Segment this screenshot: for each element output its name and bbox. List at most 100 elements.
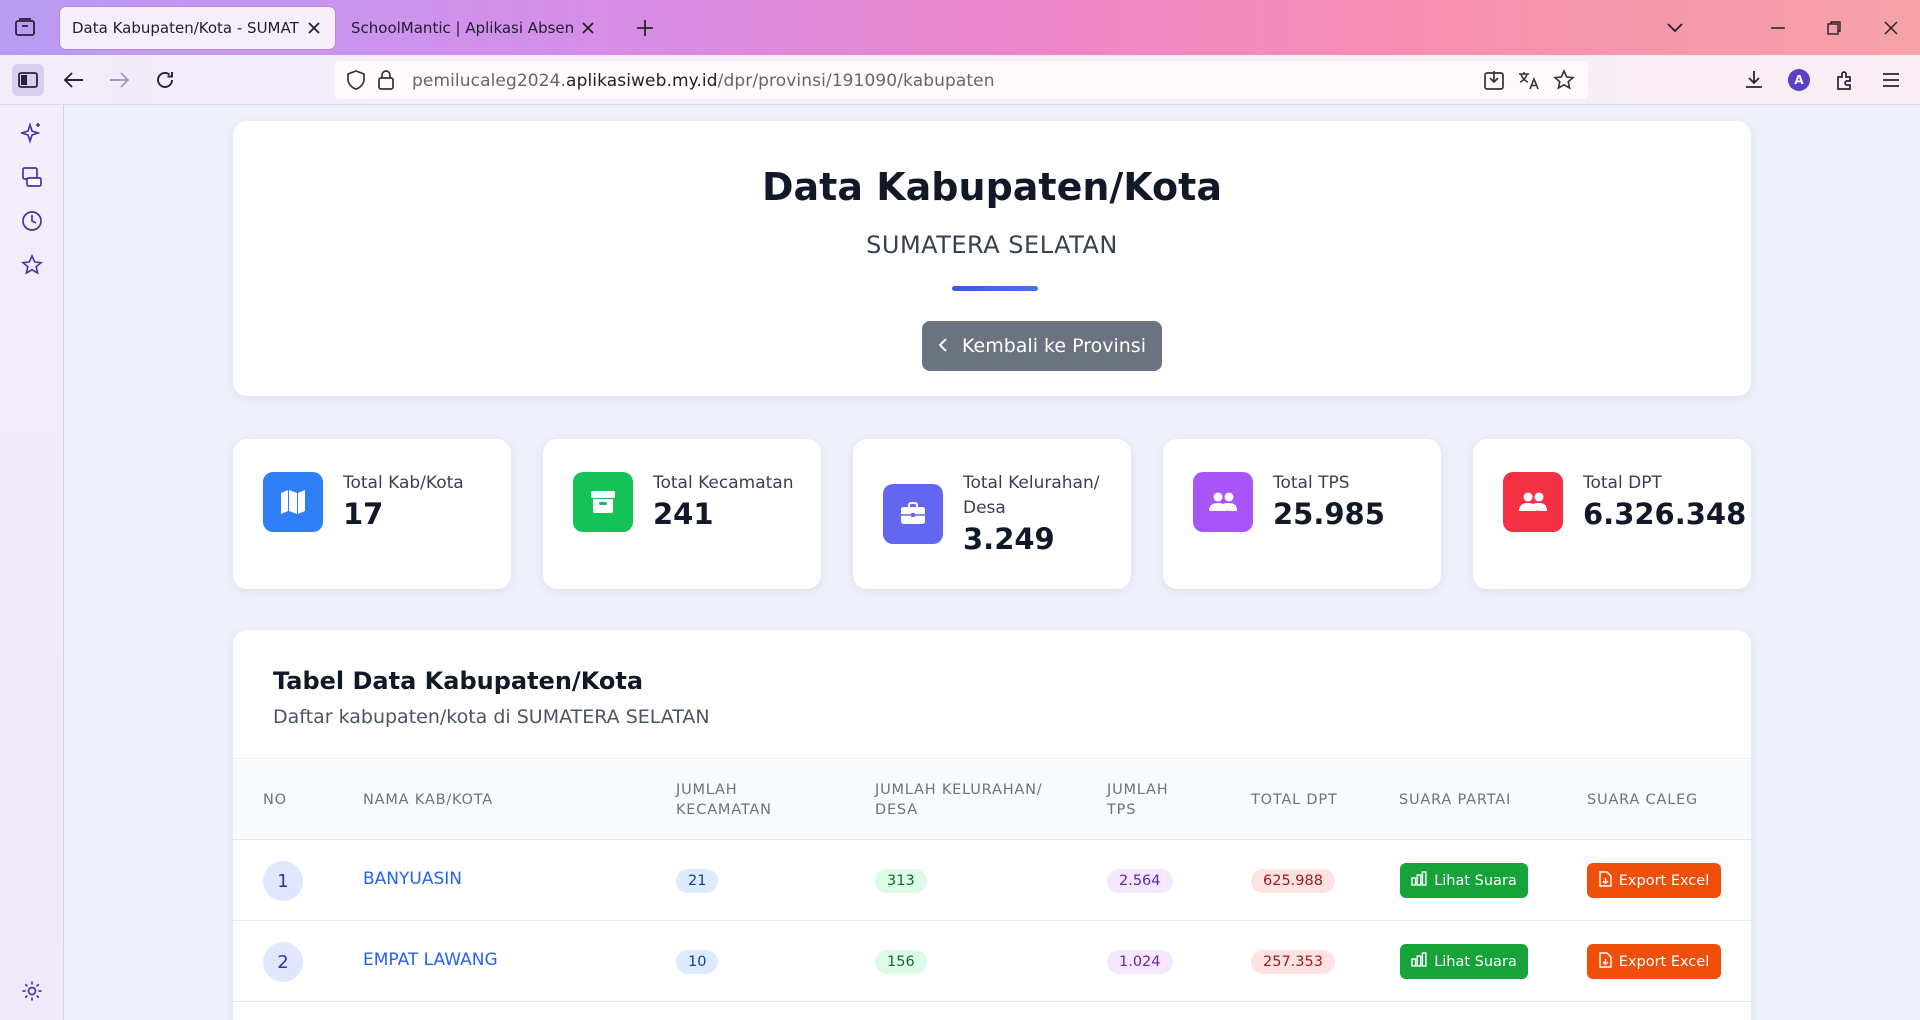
browser-tab-bar: Data Kabupaten/Kota - SUMATERA SELATAN S… <box>0 0 1920 55</box>
th-suara-caleg: SUARA CALEG <box>1587 792 1699 808</box>
stat-label: Total Kecamatan <box>653 473 794 493</box>
stat-value: 6.326.348 <box>1583 497 1747 531</box>
tab-data-kabupaten[interactable]: Data Kabupaten/Kota - SUMATERA SELATAN <box>60 7 335 49</box>
back-button-label: Kembali ke Provinsi <box>962 335 1146 357</box>
map-icon <box>263 472 323 532</box>
back-arrow-icon[interactable] <box>58 64 90 96</box>
avatar-initial: A <box>1788 69 1810 91</box>
close-icon[interactable] <box>579 19 597 37</box>
account-avatar[interactable]: A <box>1783 64 1815 96</box>
menu-hamburger-icon[interactable] <box>1875 64 1907 96</box>
th-no: NO <box>263 792 287 808</box>
shield-icon[interactable] <box>344 68 368 92</box>
dpt-badge: 257.353 <box>1251 950 1335 974</box>
stat-value: 3.249 <box>963 522 1055 556</box>
stat-label: Total DPT <box>1583 473 1662 493</box>
table-card: Tabel Data Kabupaten/Kota Daftar kabupat… <box>233 630 1751 1020</box>
close-icon[interactable] <box>305 19 323 37</box>
minimize-icon[interactable] <box>1764 14 1792 42</box>
forward-arrow-icon[interactable] <box>103 64 135 96</box>
tab-overflow-chevron-icon[interactable] <box>1661 14 1689 42</box>
export-excel-button[interactable]: Export Excel <box>1587 944 1721 979</box>
downloads-icon[interactable] <box>1738 64 1770 96</box>
bar-chart-icon <box>1411 871 1427 890</box>
tab-schoolmantic[interactable]: SchoolMantic | Aplikasi Absensi Sekolah <box>339 7 609 49</box>
tps-badge: 1.024 <box>1107 950 1173 974</box>
export-excel-button[interactable]: Export Excel <box>1587 863 1721 898</box>
file-download-icon <box>1599 870 1612 891</box>
th-kecamatan: JUMLAH KECAMATAN <box>676 780 772 820</box>
lihat-suara-button[interactable]: Lihat Suara <box>1400 863 1528 898</box>
bookmark-star-icon[interactable] <box>1552 68 1576 92</box>
users-icon <box>1503 472 1563 532</box>
stat-card-dpt: Total DPT 6.326.348 <box>1473 439 1751 589</box>
export-excel-label: Export Excel <box>1618 953 1710 970</box>
url-prefix: pemilucaleg2024. <box>412 71 567 91</box>
tab-title: SchoolMantic | Aplikasi Absensi Sekolah <box>351 19 573 37</box>
kelurahan-badge: 313 <box>875 869 927 893</box>
title-underline <box>952 286 1038 291</box>
th-tps-line1: JUMLAH <box>1107 782 1169 798</box>
save-page-icon[interactable] <box>1482 68 1506 92</box>
close-window-icon[interactable] <box>1877 14 1905 42</box>
sidebar-toggle-icon[interactable] <box>12 64 44 96</box>
bookmarks-icon[interactable] <box>18 251 46 279</box>
table-row: 2 EMPAT LAWANG 10 156 1.024 257.353 Liha… <box>233 921 1751 1002</box>
page-content: Data Kabupaten/Kota SUMATERA SELATAN Kem… <box>65 106 1920 1020</box>
th-suara-partai: SUARA PARTAI <box>1399 792 1512 808</box>
stat-card-kecamatan: Total Kecamatan 241 <box>543 439 821 589</box>
new-tab-button[interactable] <box>631 14 659 42</box>
lihat-suara-label: Lihat Suara <box>1434 872 1517 889</box>
synced-tabs-icon[interactable] <box>18 163 46 191</box>
kelurahan-badge: 156 <box>875 950 927 974</box>
table-title: Tabel Data Kabupaten/Kota <box>273 667 644 695</box>
kecamatan-badge: 21 <box>676 869 719 893</box>
kecamatan-badge: 10 <box>676 950 719 974</box>
header-card: Data Kabupaten/Kota SUMATERA SELATAN Kem… <box>233 121 1751 396</box>
th-tps-line2: TPS <box>1107 802 1137 818</box>
browser-sidebar <box>0 105 64 1020</box>
row-number: 2 <box>263 942 303 982</box>
address-bar[interactable]: pemilucaleg2024.aplikasiweb.my.id/dpr/pr… <box>334 61 1588 99</box>
back-to-province-button[interactable]: Kembali ke Provinsi <box>922 321 1162 371</box>
row-number: 1 <box>263 861 303 901</box>
ai-sparkle-icon[interactable] <box>18 119 46 147</box>
stat-card-tps: Total TPS 25.985 <box>1163 439 1441 589</box>
tps-badge: 2.564 <box>1107 869 1173 893</box>
kabupaten-link[interactable]: BANYUASIN <box>363 869 462 889</box>
lihat-suara-button[interactable]: Lihat Suara <box>1400 944 1528 979</box>
stat-value: 25.985 <box>1273 497 1385 531</box>
th-total-dpt: TOTAL DPT <box>1251 792 1338 808</box>
tab-list-icon[interactable] <box>12 14 38 40</box>
th-tps: JUMLAH TPS <box>1107 780 1168 820</box>
kabupaten-link[interactable]: EMPAT LAWANG <box>363 950 498 970</box>
dpt-badge: 625.988 <box>1251 869 1335 893</box>
lock-icon[interactable] <box>374 68 398 92</box>
th-kelurahan-line2: DESA <box>875 802 918 818</box>
stat-label: Total Kelurahan/ Desa <box>963 473 1100 518</box>
th-kelurahan: JUMLAH KELURAHAN/ DESA <box>875 780 1042 820</box>
url-path: /dpr/provinsi/191090/kabupaten <box>717 71 995 91</box>
url-text: pemilucaleg2024.aplikasiweb.my.id/dpr/pr… <box>412 71 995 91</box>
reload-icon[interactable] <box>149 64 181 96</box>
table-description: Daftar kabupaten/kota di SUMATERA SELATA… <box>273 706 710 728</box>
stat-label: Total Kab/Kota <box>343 473 464 493</box>
tab-title: Data Kabupaten/Kota - SUMATERA SELATAN <box>72 19 299 37</box>
table-header: NO NAMA KAB/KOTA JUMLAH KECAMATAN JUMLAH… <box>233 758 1751 840</box>
stat-value: 241 <box>653 497 714 531</box>
th-kelurahan-line1: JUMLAH KELURAHAN/ <box>875 782 1043 798</box>
url-host: aplikasiweb.my.id <box>566 71 718 91</box>
archive-icon <box>573 472 633 532</box>
translate-icon[interactable] <box>1517 68 1541 92</box>
table-row: 1 BANYUASIN 21 313 2.564 625.988 Lihat S… <box>233 840 1751 921</box>
extensions-icon[interactable] <box>1829 64 1861 96</box>
chevron-left-icon <box>938 335 948 357</box>
file-download-icon <box>1599 951 1612 972</box>
stat-card-kab-kota: Total Kab/Kota 17 <box>233 439 511 589</box>
bar-chart-icon <box>1411 952 1427 971</box>
export-excel-label: Export Excel <box>1618 872 1710 889</box>
settings-icon[interactable] <box>18 977 46 1005</box>
restore-icon[interactable] <box>1820 14 1848 42</box>
stat-value: 17 <box>343 497 384 531</box>
history-icon[interactable] <box>18 207 46 235</box>
